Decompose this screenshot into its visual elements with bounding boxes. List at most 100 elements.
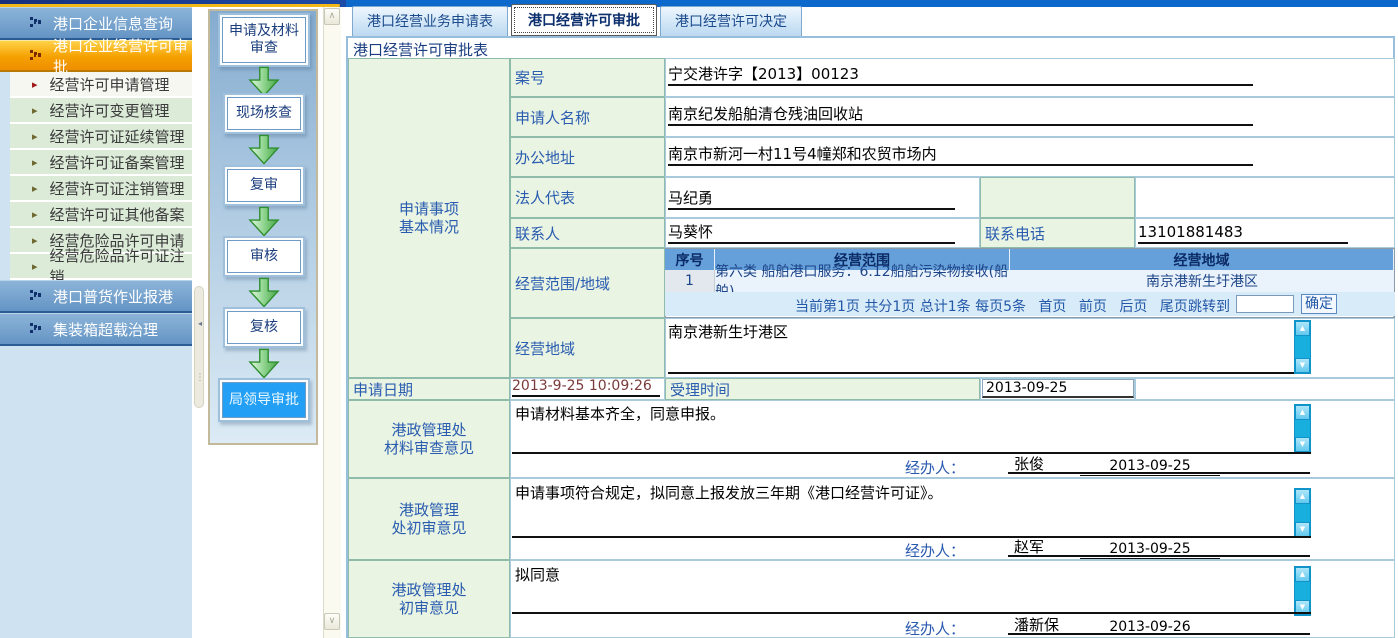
pagination-prev-link[interactable]: 前页 — [1079, 299, 1107, 315]
case-number-label: 案号 — [510, 58, 665, 97]
handler-label: 经办人： — [905, 457, 965, 478]
opinion3-underline — [512, 592, 1311, 614]
initial-review-opinion-text[interactable]: 拟同意 — [515, 564, 560, 585]
applicant-name-label: 申请人名称 — [510, 97, 665, 137]
submenu-item-license-change-mgmt[interactable]: ▸ 经营许可变更管理 — [10, 98, 192, 124]
flow-step-bureau-leader-approval[interactable]: 局领导审批 — [222, 382, 306, 418]
scope-area-label: 经营范围/地域 — [510, 248, 665, 318]
flow-step-label: 复核 — [250, 319, 278, 336]
tab-bar: 港口经营业务申请表 港口经营许可审批 港口经营许可决定 — [352, 9, 805, 36]
empty-cell — [1135, 378, 1395, 400]
sidebar-item-general-cargo-report[interactable]: 港口普货作业报港 — [0, 280, 192, 313]
empty-cell — [1135, 177, 1395, 218]
sidebar-collapse-handle[interactable]: ◂ ⋮ — [194, 286, 204, 408]
apply-date-field[interactable]: 2013-9-25 10:09:26 — [512, 376, 660, 397]
opinion2-underline — [512, 516, 1311, 538]
legal-rep-field[interactable]: 马纪勇 — [668, 188, 955, 210]
flow-step-label: 现场核查 — [236, 105, 292, 122]
scope-row-scope: 第六类 船舶港口服务：6.12船舶污染物接收(船舶) — [715, 270, 1010, 292]
down-arrow-icon — [247, 66, 281, 97]
handler-date-field[interactable]: 2013-09-25 — [1080, 541, 1220, 559]
jump-confirm-button[interactable]: 确定 — [1301, 294, 1337, 314]
contact-phone-field[interactable]: 13101881483 — [1138, 222, 1348, 244]
submenu-label: 经营许可变更管理 — [50, 100, 170, 121]
applicant-name-field[interactable]: 南京纪发船舶清仓残油回收站 — [668, 104, 1253, 126]
section-label-basic-info: 申请事项基本情况 — [348, 58, 510, 378]
arrow-icon: ▸ — [32, 78, 38, 91]
submenu-label: 经营许可证注销管理 — [50, 178, 185, 199]
legal-rep-label: 法人代表 — [510, 177, 665, 218]
apply-date-label: 申请日期 — [348, 378, 510, 400]
scroll-up-icon[interactable]: ▲ — [1295, 321, 1310, 336]
pagination-last-link[interactable]: 尾页 — [1160, 299, 1188, 315]
sidebar-item-label: 港口企业信息查询 — [53, 13, 173, 34]
dotted-arrow-icon — [30, 14, 43, 32]
scroll-up-icon[interactable]: ▲ — [1295, 567, 1310, 582]
flow-step-application-material-review[interactable]: 申请及材料审查 — [222, 17, 306, 63]
scroll-up-icon[interactable]: ▲ — [1295, 489, 1310, 504]
submenu-item-license-other-record[interactable]: ▸ 经营许可证其他备案 — [10, 202, 192, 228]
pagination-line: 当前第1页 共分1页 总计1条 每页5条 首页 前页 后页 尾页 — [795, 296, 1188, 316]
pagination-next-link[interactable]: 后页 — [1119, 299, 1147, 315]
down-arrow-icon — [247, 348, 281, 379]
submenu-item-license-application-mgmt[interactable]: ▸ 经营许可申请管理 — [10, 72, 192, 98]
sidebar-item-label: 港口企业经营许可审批 — [53, 35, 192, 77]
submenu-item-dangerous-goods-license-cancel[interactable]: ▸ 经营危险品许可证注销 — [10, 254, 192, 280]
submenu-item-license-record-mgmt[interactable]: ▸ 经营许可证备案管理 — [10, 150, 192, 176]
flow-step-recheck[interactable]: 复核 — [227, 311, 301, 344]
handler-label: 经办人： — [905, 618, 965, 638]
case-number-field[interactable]: 宁交港许字【2013】00123 — [668, 64, 1253, 86]
business-area-field[interactable]: 南京港新生圩港区 — [668, 321, 788, 342]
business-area-underline — [668, 352, 1311, 374]
submenu-item-license-renewal-mgmt[interactable]: ▸ 经营许可证延续管理 — [10, 124, 192, 150]
business-area-label: 经营地域 — [510, 318, 665, 378]
handler-label: 经办人： — [905, 540, 965, 561]
flow-step-audit[interactable]: 审核 — [227, 240, 301, 273]
contact-phone-label: 联系电话 — [980, 218, 1135, 248]
sidebar-item-label: 港口普货作业报港 — [53, 286, 173, 307]
pagination-first-link[interactable]: 首页 — [1038, 299, 1066, 315]
main-vertical-scrollbar[interactable] — [323, 7, 341, 638]
dotted-arrow-icon — [30, 287, 43, 305]
scope-col-area-header: 经营地域 — [1010, 249, 1394, 270]
tab-port-business-application-form[interactable]: 港口经营业务申请表 — [352, 6, 508, 36]
flow-step-re-review[interactable]: 复审 — [227, 169, 301, 202]
handler-date-field[interactable]: 2013-09-26 — [1080, 619, 1220, 637]
pagination-summary: 当前第1页 共分1页 总计1条 每页5条 — [795, 299, 1026, 315]
tab-port-license-approval[interactable]: 港口经营许可审批 — [511, 4, 657, 36]
accept-time-field[interactable]: 2013-09-25 — [982, 379, 1134, 398]
office-address-field[interactable]: 南京市新河一村11号4幢郑和农贸市场内 — [668, 144, 1253, 166]
material-review-opinion-text[interactable]: 申请材料基本齐全，同意申报。 — [515, 403, 725, 424]
flow-step-label: 审核 — [250, 248, 278, 265]
scope-row-area: 南京港新生圩港区 — [1010, 270, 1394, 292]
collapse-left-arrow-icon: ◂ — [195, 319, 205, 328]
submenu-item-license-cancel-mgmt[interactable]: ▸ 经营许可证注销管理 — [10, 176, 192, 202]
preliminary-review-opinion-label: 港政管理处初审意见 — [348, 478, 510, 560]
business-area-scrollbar[interactable]: ▲ ▼ — [1294, 320, 1311, 374]
opinion1-underline — [512, 432, 1311, 454]
submenu-label: 经营许可证备案管理 — [50, 152, 185, 173]
scroll-up-button[interactable]: ∧ — [324, 8, 340, 25]
sidebar-item-label: 集装箱超载治理 — [53, 319, 158, 340]
dotted-arrow-icon — [30, 320, 43, 338]
scroll-down-button[interactable]: ∨ — [324, 613, 340, 630]
contact-person-field[interactable]: 马葵怀 — [668, 222, 955, 244]
jump-page-input[interactable] — [1236, 295, 1294, 313]
empty-green-cell — [980, 177, 1135, 218]
scroll-down-icon[interactable]: ▼ — [1295, 358, 1310, 373]
preliminary-review-opinion-text[interactable]: 申请事项符合规定，拟同意上报发放三年期《港口经营许可证》。 — [515, 482, 943, 503]
submenu-label: 经营许可证延续管理 — [50, 126, 185, 147]
down-arrow-icon — [247, 277, 281, 308]
scroll-track[interactable] — [1295, 336, 1310, 358]
material-review-opinion-label: 港政管理处材料审查意见 — [348, 400, 510, 478]
down-arrow-icon — [247, 206, 281, 237]
sidebar-item-container-overload-control[interactable]: 集装箱超载治理 — [0, 313, 192, 346]
scroll-up-icon[interactable]: ▲ — [1295, 405, 1310, 420]
contact-person-label: 联系人 — [510, 218, 665, 248]
tab-port-license-decision[interactable]: 港口经营许可决定 — [660, 6, 802, 36]
flow-step-onsite-check[interactable]: 现场核查 — [227, 97, 301, 130]
arrow-icon: ▸ — [32, 260, 38, 273]
sidebar-item-port-enterprise-license-approval[interactable]: 港口企业经营许可审批 — [0, 40, 192, 72]
handler-date-field[interactable]: 2013-09-25 — [1080, 458, 1220, 476]
page: 港口企业信息查询 港口企业经营许可审批 ▸ 经营许可申请管理 ▸ 经营许可变更管… — [0, 0, 1398, 638]
